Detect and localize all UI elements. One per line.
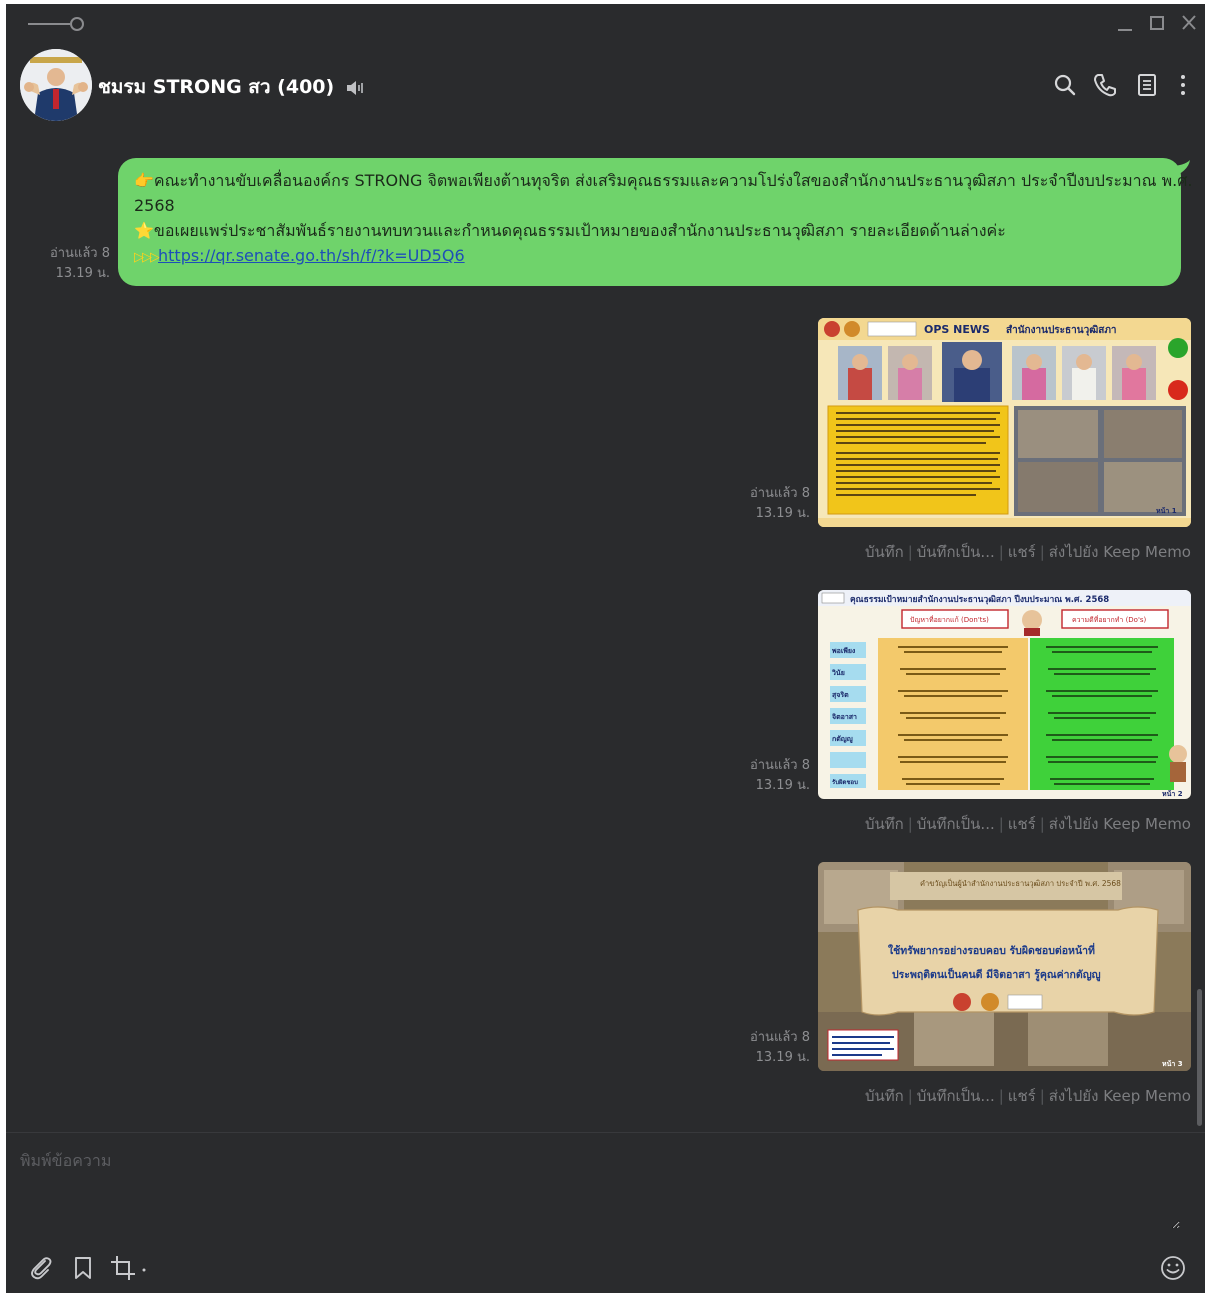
minimize-icon[interactable] bbox=[1116, 12, 1134, 34]
group-avatar[interactable] bbox=[20, 49, 92, 121]
chat-title-text: ชมรม STRONG สว (400) bbox=[98, 76, 335, 98]
message-line: 2568 bbox=[134, 196, 175, 215]
image-meta: อ่านแล้ว 8 13.19 น. bbox=[736, 756, 810, 796]
message-line-text: คณะทำงานขับเคลื่อนองค์กร STRONG จิตพอเพี… bbox=[153, 171, 1193, 190]
close-icon[interactable] bbox=[1180, 12, 1198, 34]
image-message-ops-news[interactable]: OPS NEWS สำนักงานประธานวุฒิสภา หน้า 1 bbox=[818, 318, 1191, 527]
message-line: 👉คณะทำงานขับเคลื่อนองค์กร STRONG จิตพอเพ… bbox=[134, 168, 1192, 193]
message-scrollbar[interactable] bbox=[1197, 989, 1202, 1126]
image-meta: อ่านแล้ว 8 13.19 น. bbox=[736, 1028, 810, 1068]
save-as-action[interactable]: บันทึกเป็น... bbox=[917, 543, 995, 561]
message-input[interactable] bbox=[20, 1149, 1180, 1229]
read-status: อ่านแล้ว 8 bbox=[749, 486, 810, 501]
maximize-icon[interactable] bbox=[1148, 12, 1166, 34]
screenshot-icon[interactable] bbox=[110, 1255, 150, 1281]
share-action[interactable]: แชร์ bbox=[1008, 543, 1036, 561]
image-actions: บันทึก | บันทึกเป็น... | แชร์ | ส่งไปยัง Keep … bbox=[864, 1087, 1191, 1105]
svg-text:วินัย: วินัย bbox=[831, 669, 845, 677]
message-line-text: ขอเผยแพร่ประชาสัมพันธ์รายงานทบทวนและกำหน… bbox=[153, 221, 1006, 240]
message-composer bbox=[6, 1132, 1205, 1293]
message-meta: อ่านแล้ว 8 13.19 น. bbox=[36, 244, 110, 284]
save-as-action[interactable]: บันทึกเป็น... bbox=[917, 815, 995, 833]
svg-text:รับผิดชอบ: รับผิดชอบ bbox=[832, 778, 858, 786]
message-time: 13.19 น. bbox=[755, 1050, 810, 1065]
keep-memo-action[interactable]: ส่งไปยัง Keep Memo bbox=[1049, 815, 1191, 833]
ops-news-subtitle: สำนักงานประธานวุฒิสภา bbox=[1006, 324, 1117, 336]
read-status: อ่านแล้ว 8 bbox=[749, 1030, 810, 1045]
read-status: อ่านแล้ว 8 bbox=[49, 246, 110, 261]
search-icon[interactable] bbox=[1052, 72, 1078, 98]
bubble-tail bbox=[1170, 160, 1192, 180]
pin-icon[interactable] bbox=[26, 16, 86, 32]
save-action[interactable]: บันทึก bbox=[865, 815, 904, 833]
image-message-target-virtues[interactable]: คุณธรรมเป้าหมายสำนักงานประธานวุฒิสภา ปีง… bbox=[818, 590, 1191, 799]
arrows-emoji-icon: ▷▷▷ bbox=[134, 250, 160, 265]
title-bar bbox=[6, 4, 1205, 42]
chat-title[interactable]: ชมรม STRONG สว (400) bbox=[98, 72, 365, 102]
page-number: หน้า 2 bbox=[1162, 789, 1183, 798]
svg-text:สุจริต: สุจริต bbox=[832, 691, 849, 699]
more-menu-icon[interactable] bbox=[1170, 72, 1196, 98]
text-message-bubble[interactable]: 👉คณะทำงานขับเคลื่อนองค์กร STRONG จิตพอเพ… bbox=[118, 158, 1192, 286]
share-action[interactable]: แชร์ bbox=[1008, 1087, 1036, 1105]
mute-icon bbox=[345, 79, 365, 97]
ops-photo-row bbox=[838, 338, 1188, 402]
notes-icon[interactable] bbox=[1134, 72, 1160, 98]
svg-text:พอเพียง: พอเพียง bbox=[832, 647, 856, 655]
slogan-line-2: ประพฤติตนเป็นคนดี มีจิตอาสา รู้คุณค่ากตั… bbox=[892, 967, 1101, 982]
message-line: ⭐ขอเผยแพร่ประชาสัมพันธ์รายงานทบทวนและกำห… bbox=[134, 218, 1165, 243]
image-actions: บันทึก | บันทึกเป็น... | แชร์ | ส่งไปยัง Keep … bbox=[864, 815, 1191, 833]
phone-icon[interactable] bbox=[1092, 72, 1118, 98]
ops-news-title: OPS NEWS bbox=[924, 323, 990, 336]
page-number: หน้า 1 bbox=[1156, 506, 1177, 515]
svg-text:กตัญญู: กตัญญู bbox=[832, 735, 853, 744]
bookmark-icon[interactable] bbox=[70, 1255, 96, 1281]
emoji-icon[interactable] bbox=[1160, 1255, 1186, 1281]
image-message-slogan[interactable]: คำขวัญเป็นผู้นำสำนักงานประธานวุฒิสภา ประ… bbox=[818, 862, 1191, 1071]
message-time: 13.19 น. bbox=[755, 506, 810, 521]
read-status: อ่านแล้ว 8 bbox=[749, 758, 810, 773]
message-time: 13.19 น. bbox=[755, 778, 810, 793]
save-as-action[interactable]: บันทึกเป็น... bbox=[917, 1087, 995, 1105]
dos-header: ความดีที่อยากทำ (Do's) bbox=[1072, 615, 1147, 624]
chat-header: ชมรม STRONG สว (400) bbox=[6, 42, 1205, 126]
star-emoji-icon: ⭐ bbox=[134, 221, 154, 240]
attach-file-icon[interactable] bbox=[28, 1255, 54, 1281]
donts-header: ปัญหาที่อยากแก้ (Don'ts) bbox=[910, 615, 989, 624]
slogan-line-1: ใช้ทรัพยากรอย่างรอบคอบ รับผิดชอบต่อหน้าท… bbox=[888, 942, 1095, 957]
virtues-title: คุณธรรมเป้าหมายสำนักงานประธานวุฒิสภา ปีง… bbox=[850, 594, 1109, 605]
save-action[interactable]: บันทึก bbox=[865, 543, 904, 561]
keep-memo-action[interactable]: ส่งไปยัง Keep Memo bbox=[1049, 1087, 1191, 1105]
share-action[interactable]: แชร์ bbox=[1008, 815, 1036, 833]
message-line: ▷▷▷https://qr.senate.go.th/sh/f/?k=UD5Q6 bbox=[134, 243, 1165, 270]
chat-window: ชมรม STRONG สว (400) อ่านแล้ว 8 13.19 น.… bbox=[6, 4, 1205, 1293]
message-list[interactable]: อ่านแล้ว 8 13.19 น. 👉คณะทำงานขับเคลื่อนอ… bbox=[6, 126, 1205, 1132]
svg-text:จิตอาสา: จิตอาสา bbox=[831, 713, 857, 721]
hand-emoji-icon: 👉 bbox=[134, 171, 154, 190]
image-meta: อ่านแล้ว 8 13.19 น. bbox=[736, 484, 810, 524]
save-action[interactable]: บันทึก bbox=[865, 1087, 904, 1105]
slogan-banner-line: คำขวัญเป็นผู้นำสำนักงานประธานวุฒิสภา ประ… bbox=[920, 878, 1121, 888]
page-number: หน้า 3 bbox=[1162, 1059, 1183, 1068]
ops-news-body-lines bbox=[836, 412, 1000, 496]
message-time: 13.19 น. bbox=[55, 266, 110, 281]
keep-memo-action[interactable]: ส่งไปยัง Keep Memo bbox=[1049, 543, 1191, 561]
message-link[interactable]: https://qr.senate.go.th/sh/f/?k=UD5Q6 bbox=[158, 246, 465, 265]
image-actions: บันทึก | บันทึกเป็น... | แชร์ | ส่งไปยัง Keep … bbox=[864, 543, 1191, 561]
